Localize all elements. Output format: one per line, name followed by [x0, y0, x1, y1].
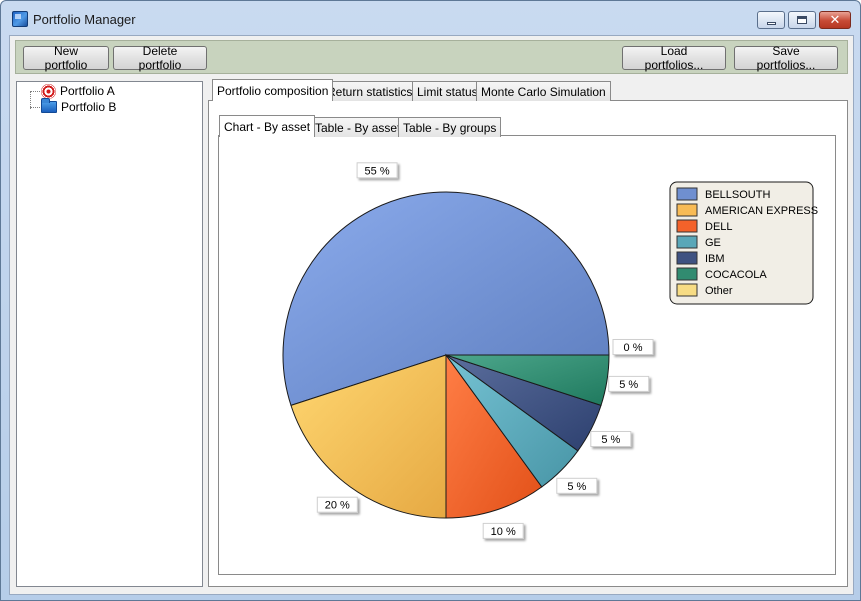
tree-item-label: Portfolio A — [60, 84, 115, 98]
legend-label: Other — [705, 285, 733, 297]
new-portfolio-button[interactable]: New portfolio — [23, 44, 109, 72]
data-label: 5 % — [590, 431, 632, 447]
tree-item-label: Portfolio B — [61, 100, 117, 114]
chart-legend: BELLSOUTH AMERICAN EXPRESS DELL GE IBM COCACO… — [669, 181, 818, 305]
pie-chart: 55 % 20 % 10 % 5 % 5 % 5 % 0 % BELLSOUTH AMERICA… — [282, 162, 818, 539]
details-pane: 55 % 20 % 10 % 5 % 5 % 5 % 0 % BELLSOUTH AMERICA… — [208, 79, 848, 587]
target-icon — [41, 83, 56, 99]
tree-item-portfolio-a[interactable]: Portfolio A — [41, 83, 115, 99]
app-icon — [12, 11, 28, 27]
legend-label: COCACOLA — [705, 269, 767, 281]
svg-text:5 %: 5 % — [567, 481, 586, 493]
data-label: 10 % — [482, 522, 524, 539]
data-label: 55 % — [356, 162, 398, 179]
maximize-button[interactable] — [788, 11, 816, 29]
tree-connector — [30, 91, 40, 92]
maximize-icon — [797, 16, 807, 24]
client-area: New portfolio Delete portfolio Load port… — [9, 35, 854, 595]
legend-label: GE — [705, 237, 721, 249]
legend-item: COCACOLA — [676, 267, 767, 281]
legend-label: IBM — [705, 253, 725, 265]
subtab-table-by-asset[interactable]: Table - By asset — [310, 117, 406, 137]
tree-item-portfolio-b[interactable]: Portfolio B — [41, 98, 117, 115]
tab-limit-status[interactable]: Limit status — [412, 81, 483, 101]
close-button[interactable]: ✕ — [819, 11, 851, 29]
save-portfolios-button[interactable]: Save portfolios... — [734, 44, 838, 72]
svg-text:55 %: 55 % — [365, 165, 390, 177]
window-title: Portfolio Manager — [33, 12, 136, 27]
legend-label: AMERICAN EXPRESS — [705, 205, 818, 217]
legend-swatch — [676, 203, 698, 217]
svg-text:20 %: 20 % — [325, 500, 350, 512]
svg-text:10 %: 10 % — [491, 526, 516, 538]
legend-item: Other — [676, 283, 733, 297]
subtab-chart-by-asset[interactable]: Chart - By asset — [219, 115, 316, 137]
svg-text:0 %: 0 % — [624, 342, 643, 354]
tree-connector — [30, 107, 40, 108]
data-label: 20 % — [316, 496, 358, 513]
svg-text:5 %: 5 % — [601, 434, 620, 446]
legend-item: DELL — [676, 219, 733, 233]
tab-portfolio-composition[interactable]: Portfolio composition — [212, 79, 334, 101]
load-portfolios-button[interactable]: Load portfolios... — [622, 44, 726, 72]
svg-text:5 %: 5 % — [619, 379, 638, 391]
toolbar: New portfolio Delete portfolio Load port… — [15, 40, 848, 74]
legend-swatch — [676, 267, 698, 281]
tab-return-statistics[interactable]: Return statistics — [322, 81, 418, 101]
app-window: Portfolio Manager ✕ New portfolio Delete… — [0, 0, 861, 601]
data-label: 5 % — [556, 477, 598, 494]
legend-swatch — [676, 235, 698, 249]
tab-monte-carlo-simulation[interactable]: Monte Carlo Simulation — [476, 81, 611, 101]
title-bar[interactable]: Portfolio Manager ✕ — [1, 1, 860, 35]
portfolio-tree[interactable]: Portfolio A Portfolio B — [16, 81, 203, 587]
legend-swatch — [676, 283, 698, 297]
legend-swatch — [676, 219, 698, 233]
minimize-button[interactable] — [757, 11, 785, 29]
legend-label: BELLSOUTH — [705, 189, 770, 201]
chart-panel: 55 % 20 % 10 % 5 % 5 % 5 % 0 % BELLSOUTH AMERICA… — [218, 135, 836, 575]
legend-swatch — [676, 187, 698, 201]
legend-swatch — [676, 251, 698, 265]
subtab-table-by-groups[interactable]: Table - By groups — [398, 117, 502, 137]
close-icon: ✕ — [829, 12, 841, 28]
minimize-icon — [766, 21, 776, 25]
legend-item: BELLSOUTH — [676, 187, 770, 201]
folder-icon — [41, 98, 57, 113]
legend-label: DELL — [705, 221, 733, 233]
delete-portfolio-button[interactable]: Delete portfolio — [113, 44, 207, 72]
data-label: 0 % — [612, 339, 654, 355]
data-label: 5 % — [608, 375, 650, 392]
portfolio-composition-panel: 55 % 20 % 10 % 5 % 5 % 5 % 0 % BELLSOUTH AMERICA… — [208, 100, 848, 587]
